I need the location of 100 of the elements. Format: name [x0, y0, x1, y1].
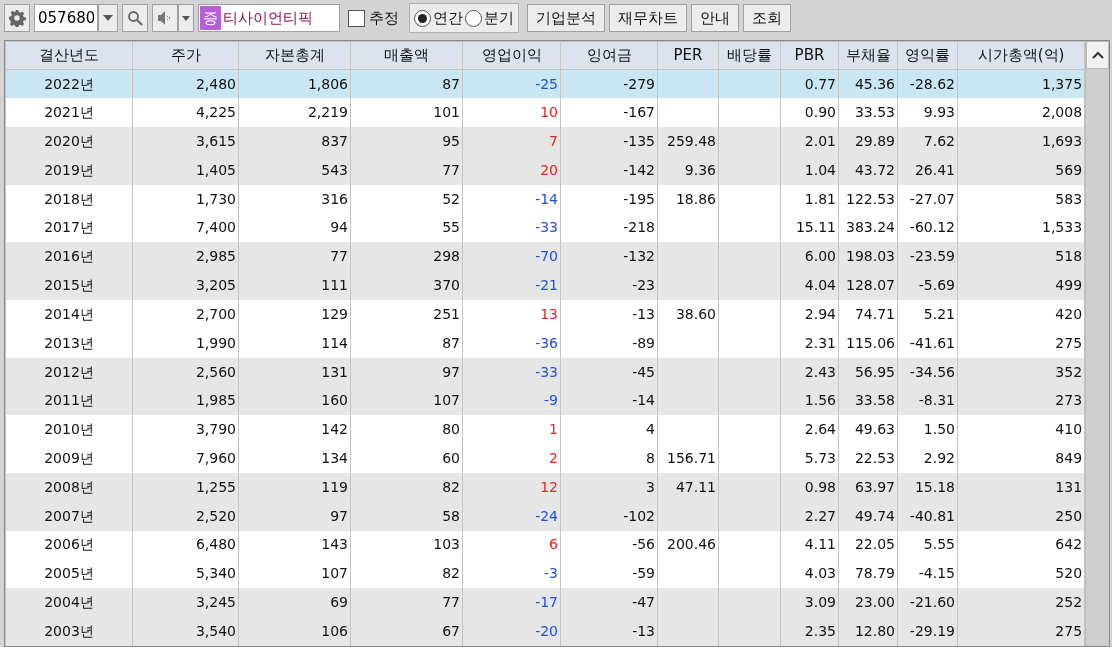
table-row[interactable]: 2016년 2,985 77 298 -70 -132 6.00 198.03 -23.59 518: [5, 242, 1085, 272]
table-cell: -60.12: [897, 213, 958, 243]
chevron-up-icon: [1091, 51, 1104, 59]
table-cell: 82: [350, 472, 463, 502]
table-cell: 4.03: [780, 559, 839, 589]
table-row[interactable]: 2019년 1,405 543 77 20 -142 9.36 1.04 43.72 26.41 569: [5, 155, 1085, 185]
table-cell: 4: [560, 415, 658, 445]
market-badge: 증: [200, 6, 221, 30]
period-radio[interactable]: [464, 9, 482, 27]
table-row[interactable]: 2012년 2,560 131 97 -33 -45 2.43 56.95 -34.56 352: [5, 357, 1085, 387]
speaker-button[interactable]: [152, 4, 178, 32]
company-analysis-button[interactable]: 기업분석: [526, 4, 605, 32]
settings-button[interactable]: [4, 4, 30, 32]
column-header[interactable]: 잉여금: [560, 41, 658, 70]
table-cell: 60: [350, 444, 463, 473]
table-row[interactable]: 2003년 3,540 106 67 -20 -13 2.35 12.80 -29.19 275: [5, 616, 1085, 646]
table-row[interactable]: 2018년 1,730 316 52 -14 -195 18.86 1.81 122.53 -27.07 583: [5, 184, 1085, 214]
lookup-button[interactable]: 조회: [742, 4, 791, 32]
table-cell: -36: [462, 328, 561, 358]
table-row[interactable]: 2004년 3,245 69 77 -17 -47 3.09 23.00 -21.60 252: [5, 588, 1085, 617]
table-row[interactable]: 2015년 3,205 111 370 -21 -23 4.04 128.07 -5.69 499: [5, 271, 1085, 300]
table-cell: 5,340: [132, 559, 239, 589]
search-button[interactable]: [122, 4, 148, 32]
table-cell: 2012년: [5, 357, 133, 387]
scroll-up-button[interactable]: [1086, 41, 1109, 69]
table-cell: 2010년: [5, 415, 133, 445]
table-cell: 2017년: [5, 213, 133, 243]
table-cell: 142: [238, 415, 351, 445]
column-header[interactable]: 시가총액(억): [957, 41, 1085, 70]
table-row[interactable]: 2020년 3,615 837 95 7 -135 259.48 2.01 29.89 7.62 1,693: [5, 127, 1085, 156]
table-cell: 420: [957, 300, 1085, 329]
table-row[interactable]: 2017년 7,400 94 55 -33 -218 15.11 383.24 -60.12 1,533: [5, 213, 1085, 243]
table-cell: -27.07: [897, 184, 958, 214]
column-header[interactable]: 주가: [132, 41, 239, 70]
table-cell: 1,806: [238, 69, 351, 99]
table-cell: -33: [462, 357, 561, 387]
caret-down-icon: [103, 15, 113, 21]
column-header[interactable]: 결산년도: [5, 41, 133, 70]
table-row[interactable]: 2013년 1,990 114 87 -36 -89 2.31 115.06 -41.61 275: [5, 328, 1085, 358]
table-cell: -34.56: [897, 357, 958, 387]
table-row[interactable]: 2005년 5,340 107 82 -3 -59 4.03 78.79 -4.15 520: [5, 559, 1085, 589]
column-header[interactable]: 영익률: [897, 41, 958, 70]
table-cell: 106: [238, 616, 351, 646]
table-cell: 2,520: [132, 501, 239, 531]
table-cell: 499: [957, 271, 1085, 300]
column-header[interactable]: 배당률: [718, 41, 781, 70]
period-radio[interactable]: [413, 9, 431, 27]
table-cell: 5.73: [780, 444, 839, 473]
company-name: 티사이언티픽: [222, 7, 313, 29]
table-cell: 1,405: [132, 155, 239, 185]
table-cell: -132: [560, 242, 658, 272]
table-cell: -24: [462, 501, 561, 531]
table-row[interactable]: 2022년 2,480 1,806 87 -25 -279 0.77 45.36 -28.62 1,375: [5, 69, 1085, 99]
table-cell: 2.01: [780, 127, 839, 156]
table-cell: 97: [350, 357, 463, 387]
dropdown-button[interactable]: [178, 4, 194, 32]
stock-code-field[interactable]: 057680: [34, 4, 98, 32]
financial-chart-button[interactable]: 재무차트: [608, 4, 687, 32]
table-cell: 642: [957, 530, 1085, 560]
table-row[interactable]: 2021년 4,225 2,219 101 10 -167 0.90 33.53 9.93 2,008: [5, 98, 1085, 128]
table-row[interactable]: 2014년 2,700 129 251 13 -13 38.60 2.94 74.71 5.21 420: [5, 300, 1085, 329]
dropdown-button[interactable]: [98, 4, 118, 32]
table-cell: 22.05: [838, 530, 898, 560]
table-row[interactable]: 2007년 2,520 97 58 -24 -102 2.27 49.74 -40.81 250: [5, 501, 1085, 531]
table-row[interactable]: 2011년 1,985 160 107 -9 -14 1.56 33.58 -8.31 273: [5, 386, 1085, 416]
table-cell: 7: [462, 127, 561, 156]
table-cell: -167: [560, 98, 658, 128]
table-row[interactable]: 2008년 1,255 119 82 12 3 47.11 0.98 63.97 15.18 131: [5, 472, 1085, 502]
table-cell: 49.74: [838, 501, 898, 531]
column-header[interactable]: 영업이익: [462, 41, 561, 70]
column-header[interactable]: PER: [657, 41, 719, 70]
table-cell: 2.43: [780, 357, 839, 387]
guide-button[interactable]: 안내: [690, 4, 739, 32]
column-header[interactable]: 매출액: [350, 41, 463, 70]
table-cell: 2021년: [5, 98, 133, 128]
company-name-field[interactable]: 증 티사이언티픽: [198, 4, 340, 32]
estimate-checkbox[interactable]: [347, 9, 365, 27]
table-cell: 3: [560, 472, 658, 502]
table-cell: 103: [350, 530, 463, 560]
table-cell: 200.46: [657, 530, 719, 560]
column-header[interactable]: PBR: [780, 41, 839, 70]
table-cell: 2,700: [132, 300, 239, 329]
table-cell: 15.18: [897, 472, 958, 502]
table-cell: 13: [462, 300, 561, 329]
table-cell: 33.58: [838, 386, 898, 416]
table-cell: 7,960: [132, 444, 239, 473]
table-row[interactable]: 2010년 3,790 142 80 1 4 2.64 49.63 1.50 410: [5, 415, 1085, 445]
table-row[interactable]: 2006년 6,480 143 103 6 -56 200.46 4.11 22.05 5.55 642: [5, 530, 1085, 560]
table-cell: -9: [462, 386, 561, 416]
column-header[interactable]: 부채율: [838, 41, 898, 70]
table-cell: 1.50: [897, 415, 958, 445]
table-cell: 2016년: [5, 242, 133, 272]
table-cell: 2.27: [780, 501, 839, 531]
table-row[interactable]: 2009년 7,960 134 60 2 8 156.71 5.73 22.53 2.92 849: [5, 444, 1085, 473]
column-header[interactable]: 자본총계: [238, 41, 351, 70]
table-cell: 2.92: [897, 444, 958, 473]
table-cell: 56.95: [838, 357, 898, 387]
table-cell: 49.63: [838, 415, 898, 445]
table-cell: -56: [560, 530, 658, 560]
table-cell: 156.71: [657, 444, 719, 473]
